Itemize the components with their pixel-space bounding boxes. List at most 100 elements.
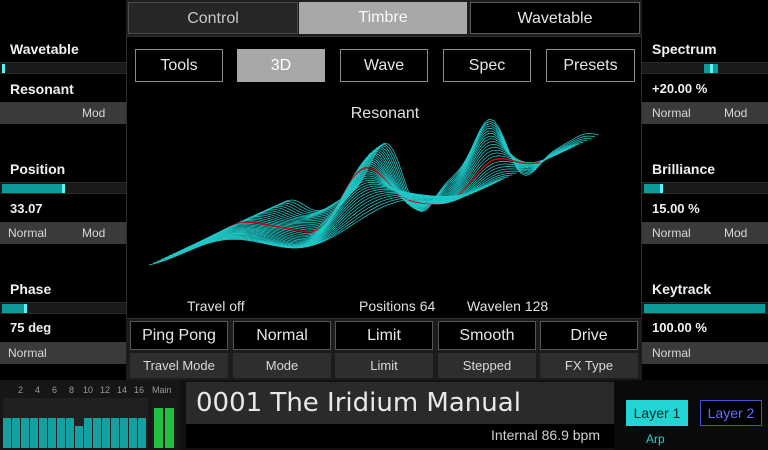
- wave-line: [168, 185, 489, 257]
- view-3d-button[interactable]: 3D: [237, 49, 325, 82]
- keytrack-mode-row[interactable]: Normal: [642, 342, 768, 364]
- wave-line: [215, 160, 537, 235]
- tab-wavetable[interactable]: Wavetable: [470, 2, 640, 34]
- part-meter-bar: [39, 418, 47, 448]
- part-meter-bar: [129, 418, 137, 448]
- main-meter-label: Main: [152, 385, 172, 395]
- layer-1-button[interactable]: Layer 1: [626, 400, 688, 426]
- wavetable-mod-button[interactable]: Mod: [82, 102, 105, 124]
- phase-mode[interactable]: Normal: [8, 342, 47, 364]
- wave-line: [188, 176, 509, 248]
- phase-mode-row[interactable]: Normal: [0, 342, 126, 364]
- spectrum-mode[interactable]: Normal: [652, 102, 691, 124]
- arp-indicator[interactable]: Arp: [646, 432, 665, 446]
- keytrack-value: 100.00 %: [652, 320, 707, 335]
- wave-line: [270, 122, 592, 214]
- wave-line: [235, 146, 556, 226]
- part-level-meters[interactable]: 2 4 6 8 10 12 14 16 Main: [0, 380, 180, 450]
- meter-number: 4: [35, 385, 41, 395]
- meter-number: 16: [134, 385, 145, 395]
- meter-number: 12: [100, 385, 111, 395]
- brilliance-mode-row[interactable]: Normal Mod: [642, 222, 768, 244]
- wavetable-slider[interactable]: [0, 62, 126, 74]
- wave-length: Wavelen 128: [467, 298, 549, 314]
- travel-mode-param[interactable]: Ping Pong Travel Mode: [128, 319, 230, 380]
- view-spec-button[interactable]: Spec: [443, 49, 531, 82]
- positions-count: Positions 64: [359, 298, 436, 314]
- wave-line: [266, 125, 588, 215]
- brilliance-slider-knob[interactable]: [660, 184, 663, 193]
- brilliance-mode[interactable]: Normal: [652, 222, 691, 244]
- part-meter-bar: [48, 418, 56, 448]
- wave-line: [239, 144, 560, 224]
- wave-line: [196, 172, 517, 244]
- wave-line: [152, 192, 473, 264]
- wave-line: [184, 178, 505, 249]
- wavetable-title: Resonant: [350, 105, 420, 122]
- meter-number: 8: [69, 385, 75, 395]
- stepped-param[interactable]: Smooth Stepped: [436, 319, 538, 380]
- spectrum-mode-row[interactable]: Normal Mod: [642, 102, 768, 124]
- phase-slider[interactable]: [0, 302, 126, 314]
- mode-param[interactable]: Normal Mode: [231, 319, 333, 380]
- part-meter-bar: [120, 418, 128, 448]
- view-wave-button[interactable]: Wave: [340, 49, 428, 82]
- wave-line: [259, 130, 580, 218]
- travel-mode-label: Travel Mode: [130, 353, 228, 378]
- wave-line: [223, 155, 544, 231]
- wave-line: [200, 170, 521, 242]
- view-presets-button[interactable]: Presets: [546, 49, 635, 82]
- phase-slider-fill: [2, 304, 26, 313]
- brilliance-mod-button[interactable]: Mod: [724, 222, 747, 244]
- wavetable-label: Wavetable: [10, 41, 79, 57]
- wavetable-slider-knob[interactable]: [2, 64, 5, 73]
- stepped-label: Stepped: [438, 353, 536, 378]
- mode-value[interactable]: Normal: [233, 321, 331, 350]
- part-meter-bar: [93, 418, 101, 448]
- part-meter-bar: [12, 418, 20, 448]
- position-mode[interactable]: Normal: [8, 222, 47, 244]
- travel-status: Travel off: [187, 298, 245, 314]
- phase-slider-knob[interactable]: [24, 304, 27, 313]
- limit-param[interactable]: Limit Limit: [333, 319, 435, 380]
- stepped-value[interactable]: Smooth: [438, 321, 536, 350]
- position-mod-button[interactable]: Mod: [82, 222, 105, 244]
- part-meter-bar: [21, 418, 29, 448]
- part-meter-grid[interactable]: [3, 398, 148, 448]
- fx-type-value[interactable]: Drive: [540, 321, 638, 350]
- position-slider[interactable]: [0, 182, 126, 194]
- position-mode-row[interactable]: Normal Mod: [0, 222, 126, 244]
- view-tools-button[interactable]: Tools: [135, 49, 223, 82]
- part-meter-bar: [3, 418, 11, 448]
- wave-line: [243, 141, 564, 222]
- position-slider-knob[interactable]: [62, 184, 65, 193]
- keytrack-slider[interactable]: [642, 302, 768, 314]
- tab-control[interactable]: Control: [128, 2, 298, 34]
- travel-mode-value[interactable]: Ping Pong: [130, 321, 228, 350]
- preset-name[interactable]: 0001 The Iridium Manual: [196, 388, 521, 418]
- spectrum-slider[interactable]: [642, 62, 768, 74]
- wave-line: [231, 149, 552, 228]
- tab-timbre[interactable]: Timbre: [299, 2, 467, 34]
- part-meter-bar: [66, 418, 74, 448]
- spectrum-mod-button[interactable]: Mod: [724, 102, 747, 124]
- wave-line: [274, 120, 596, 213]
- part-meter-bar: [84, 418, 92, 448]
- tempo-status-bar: Internal 86.9 bpm: [186, 424, 614, 448]
- wave-line: [160, 189, 481, 260]
- brilliance-label: Brilliance: [652, 161, 716, 177]
- meter-number: 6: [52, 385, 58, 395]
- preset-display[interactable]: 0001 The Iridium Manual Internal 86.9 bp…: [186, 382, 614, 448]
- wavetable-mod-row[interactable]: Mod: [0, 102, 126, 124]
- spectrum-slider-knob[interactable]: [710, 64, 713, 73]
- keytrack-mode[interactable]: Normal: [652, 342, 691, 364]
- fx-type-param[interactable]: Drive FX Type: [538, 319, 640, 380]
- wave-line: [176, 181, 497, 253]
- layer-2-button[interactable]: Layer 2: [700, 400, 762, 426]
- limit-value[interactable]: Limit: [335, 321, 433, 350]
- brilliance-value: 15.00 %: [652, 201, 700, 216]
- brilliance-slider[interactable]: [642, 182, 768, 194]
- tempo-status: Internal 86.9 bpm: [491, 427, 600, 443]
- wave-line: [148, 194, 470, 266]
- meter-number: 14: [117, 385, 128, 395]
